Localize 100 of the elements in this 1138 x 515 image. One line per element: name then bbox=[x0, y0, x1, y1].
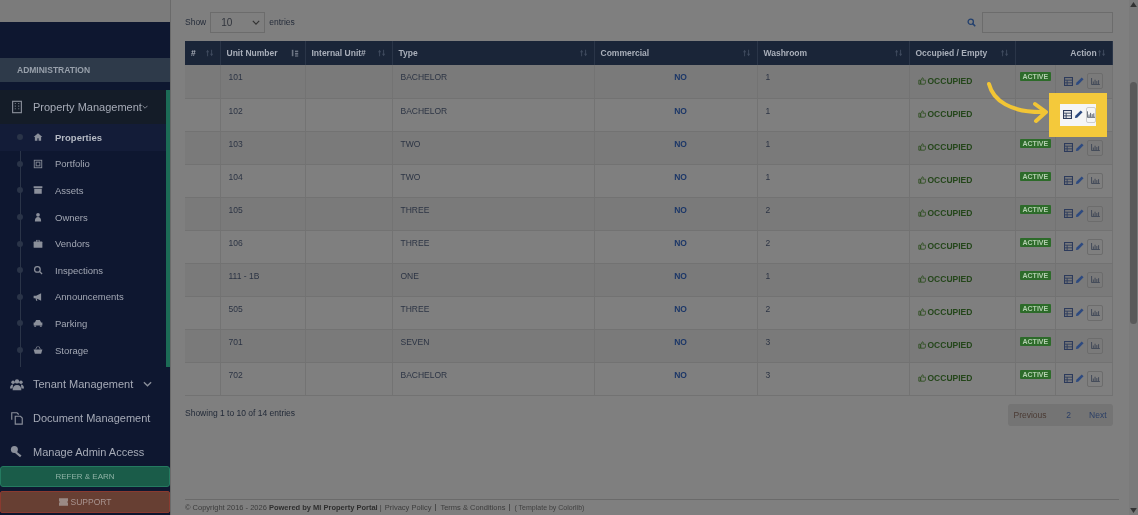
table-cell: 3 bbox=[757, 362, 909, 395]
bar-chart-icon bbox=[1090, 77, 1100, 85]
sort-icon[interactable] bbox=[205, 49, 214, 57]
table-cell: BACHELOR bbox=[392, 98, 594, 131]
table-cell: 1 bbox=[757, 98, 909, 131]
users-icon bbox=[10, 377, 24, 392]
key-icon bbox=[10, 445, 24, 460]
occupancy-status: OCCUPIED bbox=[927, 241, 973, 251]
table-cell: 505 bbox=[220, 296, 305, 329]
submenu-item[interactable]: Properties bbox=[0, 124, 166, 151]
column-header[interactable]: # bbox=[191, 48, 196, 58]
nav-item[interactable]: Property Management bbox=[0, 90, 170, 124]
commercial-value: NO bbox=[673, 138, 687, 149]
scroll-up-icon[interactable] bbox=[1130, 2, 1137, 7]
bullhorn-icon bbox=[33, 291, 43, 302]
basket-icon bbox=[33, 345, 43, 356]
nav-item[interactable]: Tenant Management bbox=[0, 367, 170, 402]
chevron-icon bbox=[141, 104, 148, 110]
commercial-value: NO bbox=[673, 72, 687, 82]
submenu-item[interactable]: Announcements bbox=[0, 283, 166, 311]
table-cell: 1 bbox=[757, 131, 909, 164]
chart-button[interactable] bbox=[1087, 271, 1103, 288]
nav-item[interactable]: Document Management bbox=[0, 401, 170, 436]
chart-button[interactable] bbox=[1087, 172, 1103, 189]
sort-icon[interactable] bbox=[894, 49, 903, 57]
table-cell: 2 bbox=[757, 230, 909, 263]
occupancy-status: OCCUPIED bbox=[927, 373, 973, 383]
sort-ascending-icon[interactable] bbox=[290, 49, 299, 57]
chart-button[interactable] bbox=[1087, 337, 1103, 354]
briefcase-icon bbox=[33, 238, 43, 249]
chart-button[interactable] bbox=[1087, 370, 1103, 387]
thumbs-up-icon bbox=[917, 275, 926, 283]
thumbs-up-icon bbox=[917, 110, 926, 118]
table-cell: 1 bbox=[757, 164, 909, 197]
bar-chart-icon bbox=[1090, 243, 1100, 250]
ticket-icon bbox=[58, 498, 68, 506]
table-cell: 702 bbox=[220, 362, 305, 395]
submenu-item[interactable]: Parking bbox=[0, 310, 166, 337]
column-header[interactable]: Type bbox=[398, 48, 418, 58]
table-cell: 2 bbox=[757, 296, 909, 329]
table-cell: 111 - 1B bbox=[220, 263, 305, 296]
table-cell: 103 bbox=[220, 131, 305, 164]
search-icon bbox=[966, 17, 976, 27]
commercial-value: NO bbox=[673, 237, 687, 248]
bar-chart-icon bbox=[1086, 111, 1095, 118]
table-cell: 701 bbox=[220, 329, 305, 362]
table-cell: 2 bbox=[757, 197, 909, 230]
table-cell: 3 bbox=[757, 329, 909, 362]
chart-button[interactable] bbox=[1087, 139, 1103, 156]
occupancy-status: OCCUPIED bbox=[927, 109, 973, 119]
submenu-item[interactable]: Owners bbox=[0, 203, 166, 231]
commercial-value: NO bbox=[673, 105, 687, 116]
home-icon bbox=[33, 132, 43, 143]
occupancy-status: OCCUPIED bbox=[927, 142, 973, 152]
entries-label: entries bbox=[269, 17, 295, 27]
sort-icon[interactable] bbox=[1000, 49, 1009, 57]
table-cell: TWO bbox=[392, 164, 594, 197]
submenu-item[interactable]: Assets bbox=[0, 177, 166, 204]
column-header[interactable]: Commercial bbox=[600, 48, 650, 58]
commercial-value: NO bbox=[673, 369, 687, 380]
chart-button[interactable] bbox=[1087, 304, 1103, 321]
submenu-item[interactable]: Storage bbox=[0, 336, 166, 364]
thumbs-up-icon bbox=[917, 176, 926, 184]
submenu-item[interactable]: Vendors bbox=[0, 230, 166, 257]
submenu-item[interactable]: Portfolio bbox=[0, 150, 166, 178]
table-cell: 1 bbox=[757, 263, 909, 296]
table-cell: TWO bbox=[392, 131, 594, 164]
table-cell: SEVEN bbox=[392, 329, 594, 362]
chart-button[interactable] bbox=[1087, 238, 1103, 255]
table-cell: 105 bbox=[220, 197, 305, 230]
table-cell: 1 bbox=[757, 65, 909, 98]
bar-chart-icon bbox=[1090, 309, 1100, 316]
table-cell: THREE bbox=[392, 197, 594, 230]
sort-icon[interactable] bbox=[377, 49, 386, 57]
table-cell: 104 bbox=[220, 164, 305, 197]
pencil-icon[interactable] bbox=[1073, 110, 1083, 119]
chart-button[interactable] bbox=[1087, 205, 1103, 222]
submenu-item[interactable]: Inspections bbox=[0, 256, 166, 284]
commercial-value: NO bbox=[673, 171, 687, 182]
thumbs-up-icon bbox=[917, 242, 926, 250]
thumbs-up-icon bbox=[917, 374, 926, 382]
chevron-icon bbox=[252, 19, 261, 25]
chart-button[interactable] bbox=[1087, 73, 1103, 90]
archive-icon bbox=[33, 185, 43, 196]
scroll-down-icon[interactable] bbox=[1130, 508, 1137, 513]
sort-icon[interactable] bbox=[742, 49, 751, 57]
sort-icon[interactable] bbox=[579, 49, 588, 57]
car-icon bbox=[33, 318, 43, 329]
column-header[interactable]: Action bbox=[1070, 48, 1097, 58]
bar-chart-icon bbox=[1090, 375, 1100, 382]
commercial-value: NO bbox=[673, 303, 687, 314]
column-header[interactable]: Washroom bbox=[763, 48, 808, 58]
sort-icon[interactable] bbox=[1097, 49, 1106, 57]
bar-chart-icon bbox=[1090, 276, 1100, 283]
show-label: Show bbox=[185, 17, 207, 27]
details-icon[interactable] bbox=[1062, 110, 1072, 119]
refer-and-earn-button[interactable]: REFER & EARN bbox=[0, 466, 170, 487]
copy-icon bbox=[10, 411, 24, 426]
scrollbar[interactable] bbox=[1128, 0, 1138, 515]
search-icon bbox=[33, 265, 43, 276]
